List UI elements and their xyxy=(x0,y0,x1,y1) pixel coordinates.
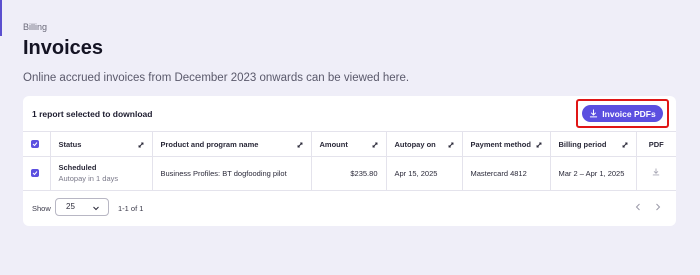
row-checkbox[interactable] xyxy=(31,169,39,178)
invoice-pdfs-label: Invoice PDFs xyxy=(602,108,656,119)
breadcrumb[interactable]: Billing xyxy=(23,22,409,32)
highlight-box: Invoice PDFs xyxy=(576,99,669,128)
show-label: Show xyxy=(32,203,51,213)
previous-page-button[interactable] xyxy=(633,200,643,214)
page-title: Invoices xyxy=(23,37,104,59)
column-header-billing-period[interactable]: Billing period xyxy=(549,131,636,157)
status-subtext: Autopay in 1 days xyxy=(58,174,119,184)
sort-icon[interactable] xyxy=(371,141,379,149)
checkbox-icon xyxy=(32,171,38,176)
payment-method-cell: Mastercard 4812 xyxy=(461,156,550,190)
select-all-checkbox[interactable] xyxy=(31,140,39,148)
pagination-range: 1-1 of 1 xyxy=(118,203,144,213)
sort-icon[interactable] xyxy=(296,141,304,149)
left-accent-rule xyxy=(0,0,2,36)
column-header-pdf: PDF xyxy=(635,131,676,157)
autopay-on-cell: Apr 15, 2025 xyxy=(385,156,462,190)
page-size-value: 25 xyxy=(66,202,75,211)
amount-cell: $235.80 xyxy=(310,156,386,190)
chevron-left-icon xyxy=(635,203,640,210)
billing-period-cell: Mar 2 – Apr 1, 2025 xyxy=(549,156,636,190)
checkbox-icon xyxy=(32,142,38,147)
chevron-down-icon xyxy=(93,206,99,210)
table-row[interactable]: Scheduled Autopay in 1 days Business Pro… xyxy=(23,156,676,190)
invoices-table: Status Product and program name Amount A… xyxy=(23,131,676,190)
column-header-payment-method[interactable]: Payment method xyxy=(461,131,550,157)
table-footer: Show 25 1-1 of 1 xyxy=(23,189,676,224)
chevron-right-icon xyxy=(656,203,661,210)
page-subtitle: Online accrued invoices from December 20… xyxy=(23,72,410,84)
status-cell: Scheduled Autopay in 1 days xyxy=(49,156,152,190)
sort-icon[interactable] xyxy=(621,141,629,149)
next-page-button[interactable] xyxy=(653,200,663,214)
column-header-autopay-on[interactable]: Autopay on xyxy=(385,131,462,157)
status-label: Scheduled xyxy=(58,163,97,173)
row-select-cell xyxy=(23,156,50,190)
column-header-status[interactable]: Status xyxy=(49,131,152,157)
pagination-controls xyxy=(633,200,663,214)
select-all-cell xyxy=(23,131,50,157)
product-cell: Business Profiles: BT dogfooding pilot xyxy=(151,156,311,190)
column-header-amount[interactable]: Amount xyxy=(310,131,386,157)
invoice-pdfs-button[interactable]: Invoice PDFs xyxy=(582,105,663,122)
download-icon xyxy=(590,109,598,118)
sort-icon[interactable] xyxy=(447,141,455,149)
sort-icon[interactable] xyxy=(137,141,145,149)
pdf-cell xyxy=(635,156,676,190)
sort-icon[interactable] xyxy=(535,141,543,149)
page-header: Billing Invoices Online accrued invoices… xyxy=(23,22,409,84)
column-header-product[interactable]: Product and program name xyxy=(151,131,311,157)
page-size-select[interactable]: 25 xyxy=(55,197,109,216)
download-icon[interactable] xyxy=(652,168,660,176)
table-header-row: Status Product and program name Amount A… xyxy=(23,131,676,157)
selection-count: 1 report selected to download xyxy=(32,109,153,119)
card-toolbar: 1 report selected to download Invoice PD… xyxy=(23,96,676,131)
invoices-card: 1 report selected to download Invoice PD… xyxy=(23,96,676,226)
